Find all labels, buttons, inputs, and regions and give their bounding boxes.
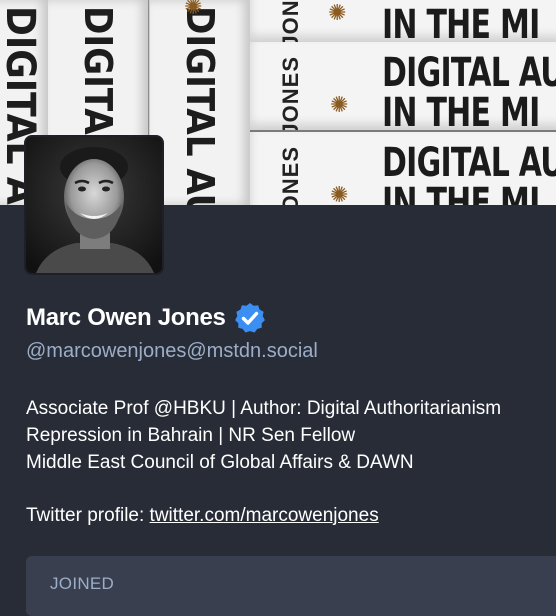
profile-bio: Associate Prof @HBKU | Author: Digital A… <box>26 395 556 476</box>
book-spine: JONES DIGITAL AUTHO IN THE MI ✺ <box>250 132 556 205</box>
avatar-photo <box>26 137 162 273</box>
book-author-text: JONES <box>278 56 303 132</box>
joined-field: JOINED <box>26 556 556 616</box>
avatar[interactable] <box>26 137 162 273</box>
twitter-profile-link[interactable]: twitter.com/marcowenjones <box>150 505 379 526</box>
verified-check-icon <box>234 303 265 333</box>
book-author-text: JONES <box>278 146 303 205</box>
book-title-text: IN THE MI <box>382 2 540 44</box>
bee-icon: ✺ <box>330 92 349 117</box>
book-spine: JONES DIGITAL AUTH IN THE MI ✺ <box>250 42 556 132</box>
bio-line: Associate Prof @HBKU | Author: Digital A… <box>26 398 502 419</box>
display-name-row: Marc Owen Jones <box>26 302 266 334</box>
bee-icon: ✺ <box>184 0 203 19</box>
account-handle: @marcowenjones@mstdn.social <box>26 340 318 362</box>
book-spine: JONES IN THE MI ✺ <box>250 0 556 44</box>
book-title-text: IN THE MI <box>382 90 540 132</box>
book-spine-text: DIGITAL AUTH IN THE MI <box>178 6 222 205</box>
book-title-text: IN THE MI <box>382 180 540 205</box>
bio-line: Repression in Bahrain | NR Sen Fellow <box>26 425 356 446</box>
display-name: Marc Owen Jones <box>26 304 226 331</box>
bee-icon: ✺ <box>330 182 349 205</box>
bio-line: Middle East Council of Global Affairs & … <box>26 452 414 473</box>
joined-label: JOINED <box>50 574 115 593</box>
book-author-text: JONES <box>278 0 303 44</box>
twitter-profile-line: Twitter profile: twitter.com/marcowenjon… <box>26 505 379 527</box>
twitter-profile-label: Twitter profile: <box>26 505 150 526</box>
bee-icon: ✺ <box>328 0 347 25</box>
book-spine: DIGITAL AUTH IN THE MI ✺ <box>150 0 251 205</box>
